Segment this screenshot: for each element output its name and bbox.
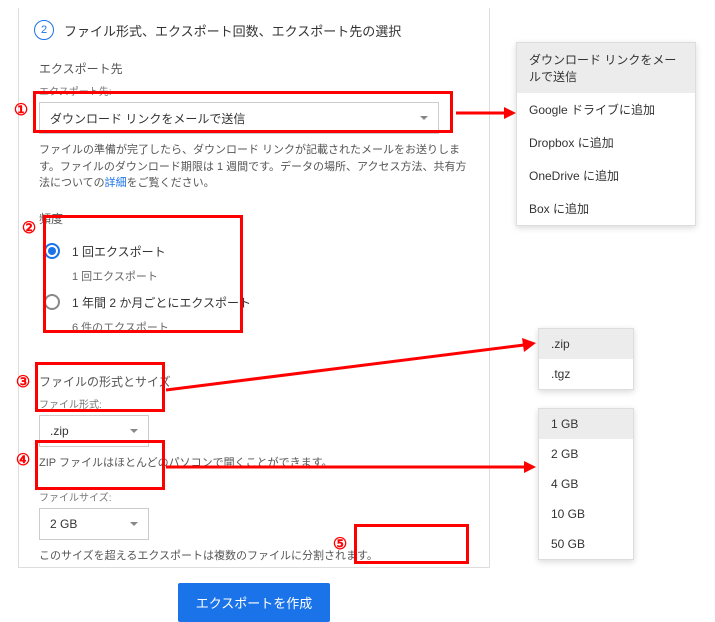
dest-option-onedrive[interactable]: OneDrive に追加: [517, 159, 695, 192]
annotation-number-3: ③: [13, 372, 33, 392]
type-option-tgz[interactable]: .tgz: [539, 359, 633, 389]
size-option-1gb[interactable]: 1 GB: [539, 409, 633, 439]
filesize-selected-value: 2 GB: [50, 517, 77, 531]
chevron-down-icon: [420, 116, 428, 120]
step-header: 2 ファイル形式、エクスポート回数、エクスポート先の選択: [34, 20, 469, 40]
filesize-label: ファイルサイズ:: [39, 489, 469, 504]
export-settings-panel: 2 ファイル形式、エクスポート回数、エクスポート先の選択 エクスポート先 エクス…: [18, 8, 490, 568]
destination-select[interactable]: ダウンロード リンクをメールで送信: [39, 102, 439, 134]
chevron-down-icon: [130, 522, 138, 526]
filetype-options-panel: .zip .tgz: [538, 328, 634, 390]
frequency-option-once[interactable]: 1 回エクスポート: [44, 243, 464, 260]
details-link[interactable]: 詳細: [105, 177, 127, 189]
destination-label: エクスポート先:: [39, 83, 469, 98]
destination-heading: エクスポート先: [39, 60, 469, 77]
filetype-selected-value: .zip: [50, 424, 69, 438]
filetype-heading: ファイルの形式とサイズ: [39, 373, 469, 390]
radio-icon: [44, 243, 60, 259]
frequency-option-bimonthly-sub: 6 件のエクスポート: [72, 319, 464, 335]
filesize-options-panel: 1 GB 2 GB 4 GB 10 GB 50 GB: [538, 408, 634, 560]
filesize-select[interactable]: 2 GB: [39, 508, 149, 540]
type-option-zip[interactable]: .zip: [539, 329, 633, 359]
destination-help: ファイルの準備が完了したら、ダウンロード リンクが記載されたメールをお送りします…: [39, 142, 469, 192]
frequency-heading: 頻度: [39, 210, 469, 227]
annotation-number-1: ①: [11, 100, 31, 120]
destination-selected-value: ダウンロード リンクをメールで送信: [50, 110, 245, 127]
filesize-help: このサイズを超えるエクスポートは複数のファイルに分割されます。: [39, 548, 469, 565]
frequency-option-bimonthly[interactable]: 1 年間 2 か月ごとにエクスポート: [44, 294, 464, 311]
frequency-radio-group: 1 回エクスポート 1 回エクスポート 1 年間 2 か月ごとにエクスポート 6…: [39, 233, 469, 355]
filetype-help: ZIP ファイルはほとんどのパソコンで開くことができます。: [39, 455, 469, 472]
size-option-10gb[interactable]: 10 GB: [539, 499, 633, 529]
dest-option-dropbox[interactable]: Dropbox に追加: [517, 126, 695, 159]
filetype-section: ファイルの形式とサイズ ファイル形式: .zip ZIP ファイルはほとんどのパ…: [39, 373, 469, 472]
button-row: エクスポートを作成: [39, 583, 469, 622]
size-option-4gb[interactable]: 4 GB: [539, 469, 633, 499]
size-option-50gb[interactable]: 50 GB: [539, 529, 633, 559]
frequency-option-once-sub: 1 回エクスポート: [72, 268, 464, 284]
step-number-badge: 2: [34, 20, 54, 40]
chevron-down-icon: [130, 429, 138, 433]
create-export-button[interactable]: エクスポートを作成: [178, 583, 331, 622]
annotation-number-2: ②: [19, 218, 39, 238]
radio-label: 1 年間 2 か月ごとにエクスポート: [72, 294, 251, 311]
frequency-section: 頻度 1 回エクスポート 1 回エクスポート 1 年間 2 か月ごとにエクスポー…: [39, 210, 469, 355]
destination-options-panel: ダウンロード リンクをメールで送信 Google ドライブに追加 Dropbox…: [516, 42, 696, 226]
dest-option-box[interactable]: Box に追加: [517, 192, 695, 225]
filetype-select[interactable]: .zip: [39, 415, 149, 447]
filetype-label: ファイル形式:: [39, 396, 469, 411]
filesize-section: ファイルサイズ: 2 GB このサイズを超えるエクスポートは複数のファイルに分割…: [39, 489, 469, 565]
dest-option-drive[interactable]: Google ドライブに追加: [517, 93, 695, 126]
radio-icon: [44, 294, 60, 310]
annotation-number-4: ④: [13, 450, 33, 470]
annotation-number-5: ⑤: [330, 534, 350, 554]
step-title: ファイル形式、エクスポート回数、エクスポート先の選択: [64, 21, 401, 40]
destination-section: エクスポート先 エクスポート先: ダウンロード リンクをメールで送信 ファイルの…: [39, 60, 469, 192]
size-option-2gb[interactable]: 2 GB: [539, 439, 633, 469]
radio-label: 1 回エクスポート: [72, 243, 166, 260]
dest-option-email[interactable]: ダウンロード リンクをメールで送信: [517, 43, 695, 93]
